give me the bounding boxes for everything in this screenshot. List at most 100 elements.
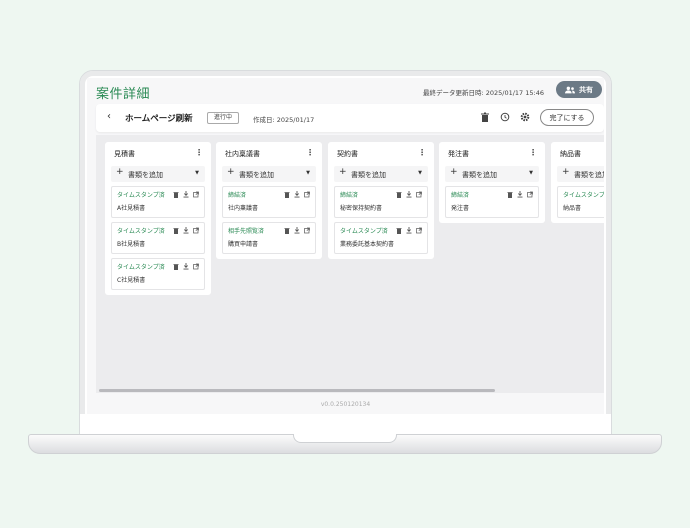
project-name: ホームページ刷新 xyxy=(125,112,193,124)
horizontal-scrollbar[interactable] xyxy=(96,388,604,393)
card-actions xyxy=(284,227,310,234)
column-title: 見積書 xyxy=(114,149,135,159)
external-link-icon[interactable] xyxy=(416,227,422,234)
add-document-label: 書類を追加 xyxy=(128,170,163,180)
trash-icon[interactable] xyxy=(173,191,179,198)
external-link-icon[interactable] xyxy=(304,227,310,234)
external-link-icon[interactable] xyxy=(193,263,199,270)
users-icon xyxy=(565,86,575,94)
download-icon[interactable] xyxy=(183,227,189,234)
external-link-icon[interactable] xyxy=(193,227,199,234)
more-vert-icon[interactable]: ⋮ xyxy=(306,148,314,157)
column-title: 契約書 xyxy=(337,149,358,159)
more-vert-icon[interactable]: ⋮ xyxy=(529,148,537,157)
board-column: 納品書⋮+書類を追加▼タイムスタンプ済納品書 xyxy=(551,142,604,223)
kanban-board: 見積書⋮+書類を追加▼タイムスタンプ済A社見積書タイムスタンプ済B社見積書タイム… xyxy=(96,135,604,388)
column-header: 契約書 ⋮ xyxy=(334,147,428,161)
trash-icon[interactable] xyxy=(396,227,402,234)
column-title: 社内稟議書 xyxy=(225,149,260,159)
laptop-notch xyxy=(293,434,397,443)
external-link-icon[interactable] xyxy=(527,191,533,198)
card-actions xyxy=(396,191,422,198)
card-name: 発注書 xyxy=(451,203,534,212)
card-actions xyxy=(396,227,422,234)
external-link-icon[interactable] xyxy=(193,191,199,198)
add-document-label: 書類を追加 xyxy=(239,170,274,180)
chevron-left-icon[interactable]: ‹ xyxy=(107,111,111,122)
add-document-button[interactable]: + 書類を追加 ▼ xyxy=(222,166,316,182)
board-column: 発注書 ⋮ + 書類を追加 ▼ 締結済発注書 xyxy=(439,142,545,223)
card-name: A社見積書 xyxy=(117,203,200,212)
add-document-button[interactable]: + 書類を追加 ▼ xyxy=(334,166,428,182)
caret-down-icon: ▼ xyxy=(529,170,533,176)
document-card[interactable]: タイムスタンプ済A社見積書 xyxy=(111,186,205,218)
card-name: 社内稟議書 xyxy=(228,203,311,212)
download-icon[interactable] xyxy=(406,191,412,198)
column-title: 納品書 xyxy=(560,149,581,159)
card-actions xyxy=(284,191,310,198)
add-document-label: 書類を追加 xyxy=(351,170,386,180)
plus-icon: + xyxy=(562,167,570,177)
trash-icon[interactable] xyxy=(396,191,402,198)
card-name: 納品書 xyxy=(563,203,604,212)
caret-down-icon: ▼ xyxy=(306,170,310,176)
card-status: 締結済 xyxy=(340,191,390,200)
column-header: 発注書 ⋮ xyxy=(445,147,539,161)
document-card[interactable]: タイムスタンプ済納品書 xyxy=(557,186,604,218)
card-status: タイムスタンプ済 xyxy=(117,227,167,236)
document-card[interactable]: 締結済社内稟議書 xyxy=(222,186,316,218)
download-icon[interactable] xyxy=(294,227,300,234)
card-status: 相手先照覧済 xyxy=(228,227,278,236)
download-icon[interactable] xyxy=(294,191,300,198)
document-card[interactable]: 締結済発注書 xyxy=(445,186,539,218)
column-header: 社内稟議書 ⋮ xyxy=(222,147,316,161)
add-document-button[interactable]: + 書類を追加 ▼ xyxy=(445,166,539,182)
add-document-button[interactable]: +書類を追加▼ xyxy=(111,166,205,182)
download-icon[interactable] xyxy=(517,191,523,198)
card-name: 購買申請書 xyxy=(228,239,311,248)
page-title: 案件詳細 xyxy=(96,83,150,102)
add-document-button[interactable]: +書類を追加▼ xyxy=(557,166,604,182)
trash-icon[interactable] xyxy=(173,227,179,234)
plus-icon: + xyxy=(227,167,235,177)
more-vert-icon[interactable]: ⋮ xyxy=(418,148,426,157)
document-card[interactable]: タイムスタンプ済業務委託基本契約書 xyxy=(334,222,428,254)
complete-button[interactable]: 完了にする xyxy=(540,109,594,126)
add-document-label: 書類を追加 xyxy=(462,170,497,180)
download-icon[interactable] xyxy=(183,263,189,270)
trash-icon[interactable] xyxy=(507,191,513,198)
app-screen: 案件詳細 最終データ更新日時: 2025/01/17 15:46 共有 ‹ ホー… xyxy=(87,78,604,414)
gear-icon[interactable] xyxy=(519,111,531,123)
created-date: 作成日: 2025/01/17 xyxy=(253,114,314,124)
board-column: 社内稟議書 ⋮ + 書類を追加 ▼ 締結済社内稟議書相手先照覧済購買申請書 xyxy=(216,142,322,259)
scrollbar-thumb[interactable] xyxy=(99,389,495,392)
history-icon[interactable] xyxy=(499,111,511,123)
share-label: 共有 xyxy=(579,85,593,95)
plus-icon: + xyxy=(450,167,458,177)
document-card[interactable]: タイムスタンプ済B社見積書 xyxy=(111,222,205,254)
card-actions xyxy=(507,191,533,198)
more-vert-icon[interactable]: ⋮ xyxy=(195,148,203,157)
board-column: 見積書⋮+書類を追加▼タイムスタンプ済A社見積書タイムスタンプ済B社見積書タイム… xyxy=(105,142,211,295)
caret-down-icon: ▼ xyxy=(418,170,422,176)
plus-icon: + xyxy=(339,167,347,177)
card-status: タイムスタンプ済 xyxy=(117,263,167,272)
external-link-icon[interactable] xyxy=(416,191,422,198)
trash-icon[interactable] xyxy=(284,227,290,234)
download-icon[interactable] xyxy=(406,227,412,234)
share-button[interactable]: 共有 xyxy=(556,81,602,98)
card-actions xyxy=(173,227,199,234)
trash-icon[interactable] xyxy=(284,191,290,198)
document-card[interactable]: タイムスタンプ済 C社見積書 xyxy=(111,258,205,290)
card-name: C社見積書 xyxy=(117,275,200,284)
document-card[interactable]: 相手先照覧済購買申請書 xyxy=(222,222,316,254)
project-toolbar: ‹ ホームページ刷新 進行中 作成日: 2025/01/17 完了にする xyxy=(96,104,604,132)
trash-icon[interactable] xyxy=(173,263,179,270)
document-card[interactable]: 締結済秘密保持契約書 xyxy=(334,186,428,218)
column-title: 発注書 xyxy=(448,149,469,159)
caret-down-icon: ▼ xyxy=(195,170,199,176)
card-actions xyxy=(173,263,199,270)
download-icon[interactable] xyxy=(183,191,189,198)
external-link-icon[interactable] xyxy=(304,191,310,198)
trash-icon[interactable] xyxy=(479,111,491,123)
